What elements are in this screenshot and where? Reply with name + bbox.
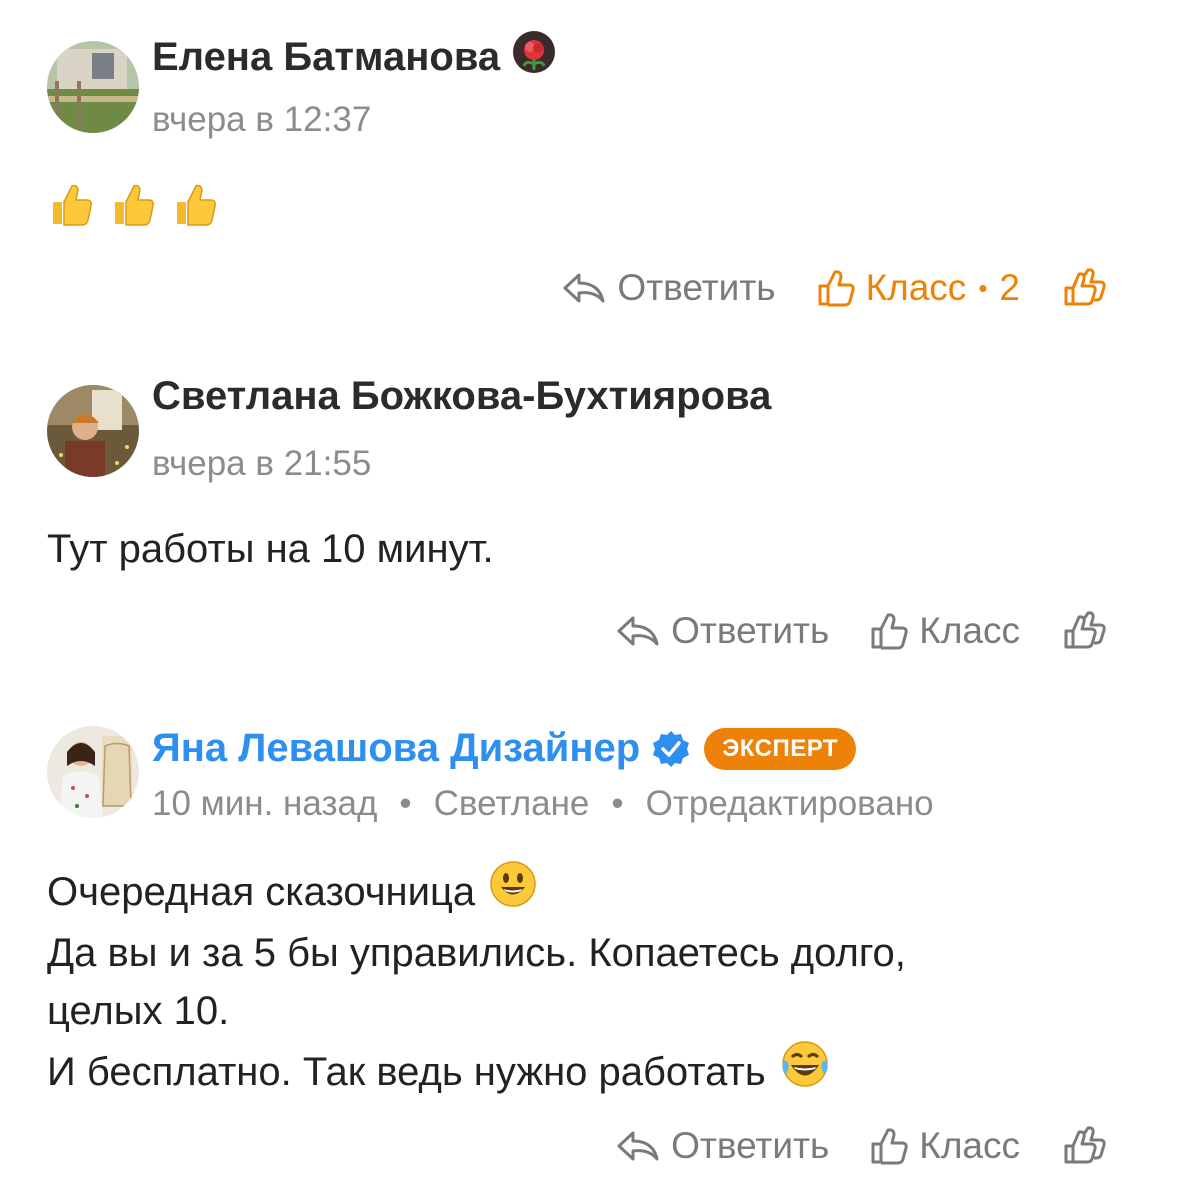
comment-line: Да вы и за 5 бы управились. Копаетесь до… (47, 931, 906, 975)
thumbs-up-outline-icon (818, 270, 855, 307)
reply-arrow-icon (617, 616, 659, 646)
comment-body: Очередная сказочница Да вы и за 5 бы упр… (47, 860, 906, 1104)
reply-arrow-icon (617, 1131, 659, 1161)
klass-label[interactable]: Класс (866, 267, 967, 309)
author-name-text[interactable]: Елена Батманова (152, 35, 500, 80)
comment-line: Очередная сказочница (47, 870, 476, 914)
klass-button[interactable]: Класс • 2 (816, 267, 1020, 309)
thumbs-up-emoji (109, 180, 155, 244)
klass-label[interactable]: Класс (919, 610, 1020, 652)
reply-button[interactable]: Ответить (615, 610, 829, 652)
comment-body (47, 180, 217, 244)
verified-check-icon (653, 730, 690, 767)
author-name[interactable]: Елена Батманова (152, 30, 556, 84)
klass-button[interactable]: Класс (869, 1125, 1020, 1167)
author-name[interactable]: Яна Левашова Дизайнер ЭКСПЕРТ (152, 726, 857, 771)
thumbs-up-outline-icon (871, 1128, 908, 1165)
comment-line: И бесплатно. Так ведь нужно работать (47, 1050, 766, 1094)
time-text: вчера в 12:37 (152, 100, 372, 139)
edited-label: Отредактировано (645, 784, 934, 823)
comment-time: вчера в 21:55 (152, 444, 371, 484)
reply-button[interactable]: Ответить (615, 1125, 829, 1167)
reply-label[interactable]: Ответить (617, 267, 775, 309)
comment-actions: Ответить Класс (615, 606, 1118, 656)
smile-emoji (489, 860, 537, 924)
reply-label[interactable]: Ответить (671, 1125, 829, 1167)
avatar[interactable] (47, 385, 139, 477)
comment-meta: 10 мин. назад • Светлане • Отредактировано (152, 784, 934, 824)
avatar[interactable] (47, 726, 139, 818)
klass-label[interactable]: Класс (919, 1125, 1020, 1167)
comment-time: вчера в 12:37 (152, 100, 371, 140)
separator-dot: • (978, 272, 988, 303)
comment-line: целых 10. (47, 989, 230, 1033)
comment-body: Тут работы на 10 минут. (47, 520, 494, 578)
thumbs-up-emoji (47, 180, 93, 244)
double-thumbs-up-icon (1064, 611, 1106, 649)
reply-button[interactable]: Ответить (561, 267, 776, 309)
klass-count[interactable]: 2 (999, 267, 1020, 309)
comment-actions: Ответить Класс (615, 1121, 1118, 1171)
author-name-text[interactable]: Светлана Божкова-Бухтиярова (152, 374, 771, 419)
avatar[interactable] (47, 41, 139, 133)
separator-dot: • (399, 784, 412, 823)
laughing-emoji (780, 1040, 830, 1104)
thumbs-up-emoji (171, 180, 217, 244)
double-thumbs-up-icon (1064, 268, 1106, 306)
klass-button[interactable]: Класс (869, 610, 1020, 652)
reply-to-link[interactable]: Светлане (434, 784, 590, 823)
expert-badge: ЭКСПЕРТ (704, 727, 857, 770)
reply-label[interactable]: Ответить (671, 610, 829, 652)
reply-arrow-icon (563, 273, 605, 303)
comment-actions: Ответить Класс • 2 (561, 263, 1118, 313)
author-name-text[interactable]: Яна Левашова Дизайнер (152, 726, 640, 771)
separator-dot: • (611, 784, 624, 823)
time-text: вчера в 21:55 (152, 444, 372, 483)
author-name[interactable]: Светлана Божкова-Бухтиярова (152, 374, 771, 419)
super-klass-button[interactable] (1060, 611, 1118, 651)
rose-emoji (512, 30, 556, 84)
super-klass-button[interactable] (1060, 1126, 1118, 1166)
comment-line: Тут работы на 10 минут. (47, 527, 494, 571)
thumbs-up-outline-icon (871, 613, 908, 650)
super-klass-button[interactable] (1060, 268, 1118, 308)
double-thumbs-up-icon (1064, 1126, 1106, 1164)
time-text: 10 мин. назад (152, 784, 378, 823)
